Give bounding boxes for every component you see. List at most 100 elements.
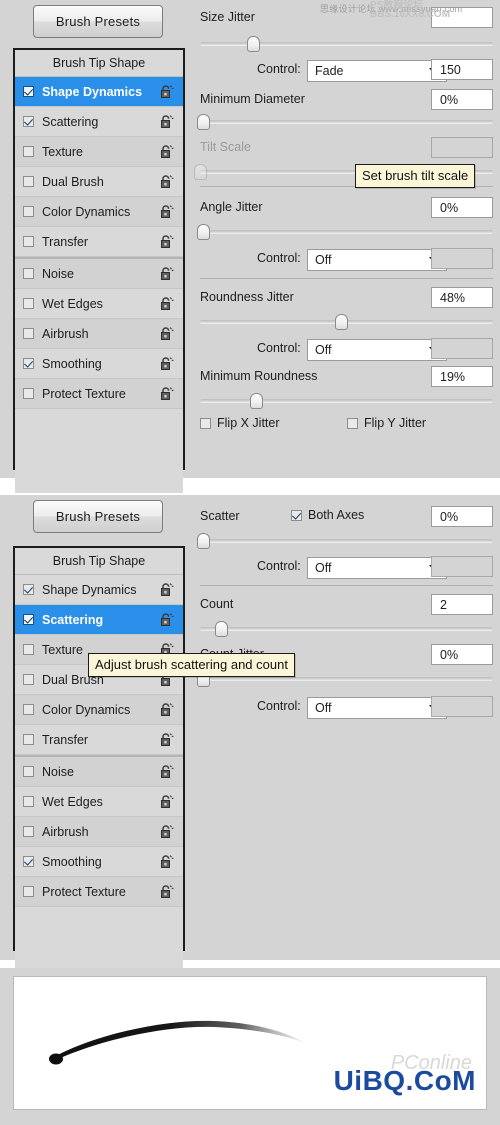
padlock-open-icon[interactable] — [160, 144, 174, 159]
checkbox-both-axes[interactable]: Both Axes — [291, 508, 364, 522]
brush-presets-button[interactable]: Brush Presets — [33, 5, 163, 38]
checkbox-dual-brush[interactable] — [23, 674, 34, 685]
checkbox-noise[interactable] — [23, 766, 34, 777]
list-item-protect-texture[interactable]: Protect Texture — [15, 877, 183, 907]
slider-thumb[interactable] — [196, 114, 210, 130]
slider-roundness-jitter[interactable] — [200, 314, 493, 330]
padlock-open-icon[interactable] — [160, 174, 174, 189]
list-item-wet-edges[interactable]: Wet Edges — [15, 787, 183, 817]
checkbox-texture[interactable] — [23, 644, 34, 655]
brush-tip-shape-header[interactable]: Brush Tip Shape — [15, 50, 183, 77]
padlock-open-icon[interactable] — [160, 114, 174, 129]
padlock-open-icon[interactable] — [160, 764, 174, 779]
checkbox-color-dynamics[interactable] — [23, 704, 34, 715]
padlock-open-icon[interactable] — [160, 582, 174, 597]
slider-minimum-diameter[interactable] — [196, 114, 493, 130]
value-minimum-diameter[interactable]: 0% — [431, 89, 493, 110]
list-item-smoothing[interactable]: Smoothing — [15, 847, 183, 877]
padlock-open-icon[interactable] — [160, 612, 174, 627]
list-item-airbrush[interactable]: Airbrush — [15, 817, 183, 847]
brush-tip-shape-header[interactable]: Brush Tip Shape — [15, 548, 183, 575]
brush-option-list: Brush Tip Shape Shape Dynamics Scatterin… — [13, 48, 185, 493]
list-item-noise[interactable]: Noise — [15, 755, 183, 787]
slider-minimum-roundness[interactable] — [200, 393, 493, 409]
value-minimum-roundness[interactable]: 19% — [431, 366, 493, 387]
padlock-open-icon[interactable] — [160, 204, 174, 219]
list-item-protect-texture[interactable]: Protect Texture — [15, 379, 183, 409]
checkbox-box[interactable] — [347, 417, 358, 429]
checkbox-color-dynamics[interactable] — [23, 206, 34, 217]
slider-thumb[interactable] — [214, 621, 228, 637]
padlock-open-icon[interactable] — [160, 854, 174, 869]
padlock-open-icon[interactable] — [160, 84, 174, 99]
padlock-open-icon[interactable] — [160, 356, 174, 371]
slider-thumb[interactable] — [246, 36, 260, 52]
dropdown-scatter-control[interactable]: Off — [307, 557, 447, 579]
checkbox-transfer[interactable] — [23, 236, 34, 247]
checkbox-wet-edges[interactable] — [23, 796, 34, 807]
slider-thumb[interactable] — [196, 533, 210, 549]
padlock-open-icon[interactable] — [160, 326, 174, 341]
padlock-open-icon[interactable] — [160, 702, 174, 717]
list-item-scattering[interactable]: Scattering — [15, 107, 183, 137]
padlock-open-icon[interactable] — [160, 386, 174, 401]
checkbox-dual-brush[interactable] — [23, 176, 34, 187]
value-roundness-jitter[interactable]: 48% — [431, 287, 493, 308]
checkbox-noise[interactable] — [23, 268, 34, 279]
padlock-open-icon[interactable] — [160, 794, 174, 809]
padlock-open-icon[interactable] — [160, 884, 174, 899]
checkbox-shape-dynamics[interactable] — [23, 584, 34, 595]
checkbox-smoothing[interactable] — [23, 856, 34, 867]
list-item-shape-dynamics[interactable]: Shape Dynamics — [15, 77, 183, 107]
list-item-shape-dynamics[interactable]: Shape Dynamics — [15, 575, 183, 605]
slider-size-jitter[interactable] — [200, 36, 493, 52]
checkbox-airbrush[interactable] — [23, 826, 34, 837]
slider-thumb[interactable] — [249, 393, 263, 409]
checkbox-box[interactable] — [200, 417, 211, 429]
value-count[interactable]: 2 — [431, 594, 493, 615]
list-item-color-dynamics[interactable]: Color Dynamics — [15, 695, 183, 725]
checkbox-transfer[interactable] — [23, 734, 34, 745]
list-item-transfer[interactable]: Transfer — [15, 725, 183, 755]
dropdown-count-control[interactable]: Off — [307, 697, 447, 719]
value-count-jitter[interactable]: 0% — [431, 644, 493, 665]
checkbox-flip-x-jitter[interactable]: Flip X Jitter — [200, 416, 280, 430]
checkbox-airbrush[interactable] — [23, 328, 34, 339]
dropdown-roundness-control[interactable]: Off — [307, 339, 447, 361]
list-item-noise[interactable]: Noise — [15, 257, 183, 289]
dropdown-size-control[interactable]: Fade — [307, 60, 447, 82]
slider-thumb[interactable] — [196, 224, 210, 240]
padlock-open-icon[interactable] — [160, 296, 174, 311]
checkbox-scattering[interactable] — [23, 614, 34, 625]
padlock-open-icon[interactable] — [160, 824, 174, 839]
list-item-color-dynamics[interactable]: Color Dynamics — [15, 197, 183, 227]
padlock-open-icon[interactable] — [160, 732, 174, 747]
checkbox-protect-texture[interactable] — [23, 886, 34, 897]
brush-presets-button[interactable]: Brush Presets — [33, 500, 163, 533]
slider-scatter[interactable] — [196, 533, 493, 549]
list-item-dual-brush[interactable]: Dual Brush — [15, 167, 183, 197]
value-scatter[interactable]: 0% — [431, 506, 493, 527]
slider-count[interactable] — [200, 621, 493, 637]
list-item-transfer[interactable]: Transfer — [15, 227, 183, 257]
padlock-open-icon[interactable] — [160, 266, 174, 281]
checkbox-protect-texture[interactable] — [23, 388, 34, 399]
dropdown-angle-control[interactable]: Off — [307, 249, 447, 271]
checkbox-texture[interactable] — [23, 146, 34, 157]
checkbox-shape-dynamics[interactable] — [23, 86, 34, 97]
list-item-smoothing[interactable]: Smoothing — [15, 349, 183, 379]
checkbox-box[interactable] — [291, 509, 302, 521]
value-angle-jitter[interactable]: 0% — [431, 197, 493, 218]
list-item-wet-edges[interactable]: Wet Edges — [15, 289, 183, 319]
list-item-texture[interactable]: Texture — [15, 137, 183, 167]
checkbox-flip-y-jitter[interactable]: Flip Y Jitter — [347, 416, 426, 430]
padlock-open-icon[interactable] — [160, 234, 174, 249]
slider-angle-jitter[interactable] — [196, 224, 493, 240]
list-item-scattering[interactable]: Scattering — [15, 605, 183, 635]
checkbox-smoothing[interactable] — [23, 358, 34, 369]
checkbox-scattering[interactable] — [23, 116, 34, 127]
value-fade-steps[interactable]: 150 — [431, 59, 493, 80]
list-item-airbrush[interactable]: Airbrush — [15, 319, 183, 349]
slider-thumb[interactable] — [334, 314, 348, 330]
checkbox-wet-edges[interactable] — [23, 298, 34, 309]
